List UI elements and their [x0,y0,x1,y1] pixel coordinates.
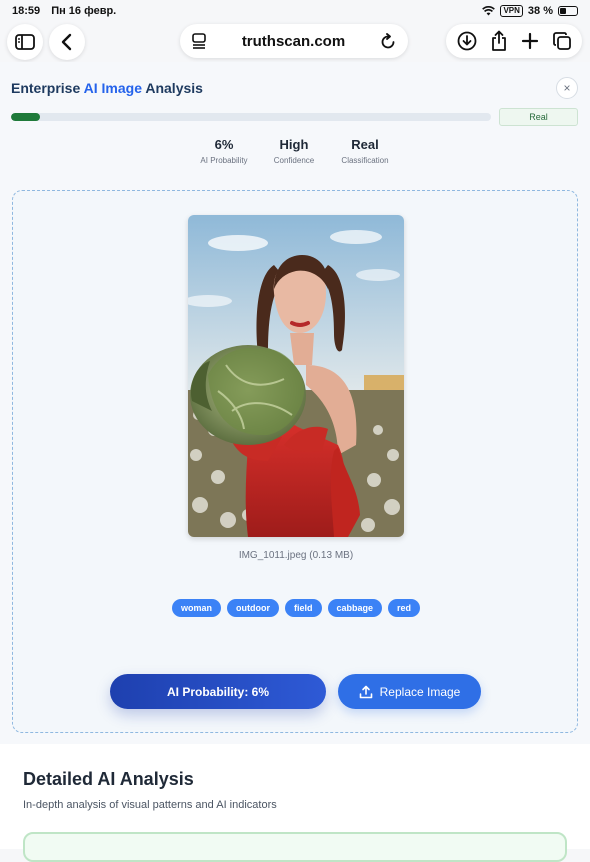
new-tab-icon[interactable] [521,32,539,50]
stat-value: Real [351,137,379,152]
ai-probability-button[interactable]: AI Probability: 6% [110,674,326,709]
replace-image-button[interactable]: Replace Image [338,674,481,709]
detailed-analysis-section: Detailed AI Analysis In-depth analysis o… [0,744,590,862]
tag-chip[interactable]: cabbage [327,599,383,617]
back-button[interactable] [49,24,85,60]
page-content: Enterprise AI Image Analysis × Real 6% A… [0,62,590,862]
vpn-badge: VPN [500,5,523,17]
ai-probability-fill [11,113,40,121]
stat-classification: Real Classification [325,137,405,165]
battery-percent: 38 % [527,5,553,17]
image-dropzone[interactable]: IMG_1011.jpeg (0.13 MB) woman outdoor fi… [12,190,578,733]
analysis-card [23,832,567,862]
tag-list: woman outdoor field cabbage red [13,599,579,617]
share-icon[interactable] [490,30,508,52]
stat-confidence: High Confidence [254,137,334,165]
stat-value: 6% [214,137,234,152]
photo-illustration [188,215,404,537]
stat-ai-probability: 6% AI Probability [184,137,264,165]
sidebar-button[interactable] [7,24,43,60]
browser-toolbar: truthscan.com [0,22,590,62]
status-right: VPN 38 % [482,5,578,17]
section-title: Detailed AI Analysis [23,769,194,789]
stat-value: High [279,137,309,152]
title-prefix: Enterprise [11,80,84,96]
stat-label: AI Probability [200,156,248,165]
tabs-icon[interactable] [552,31,572,51]
replace-image-label: Replace Image [379,684,461,699]
address-bar[interactable]: truthscan.com [180,24,408,58]
title-suffix: Analysis [141,80,203,96]
tag-chip[interactable]: woman [171,599,221,617]
file-name: IMG_1011.jpeg (0.13 MB) [238,550,354,561]
verdict-badge: Real [499,108,578,126]
reload-icon[interactable] [381,33,396,49]
status-bar: 18:59 Пн 16 февр. VPN 38 % [0,0,590,22]
stat-label: Confidence [273,156,315,165]
section-subtitle: In-depth analysis of visual patterns and… [23,799,277,811]
tag-chip[interactable]: outdoor [226,599,279,617]
close-button[interactable]: × [556,77,578,99]
back-icon [61,33,72,51]
download-icon[interactable] [457,31,477,51]
status-date: Пн 16 февр. [51,5,117,17]
tag-chip[interactable]: red [388,599,421,617]
url-text[interactable]: truthscan.com [242,33,345,50]
sidebar-icon [15,34,35,50]
upload-icon [359,685,372,698]
ai-probability-bar [11,113,491,121]
title-highlight: AI Image [83,80,142,96]
status-left: 18:59 Пн 16 февр. [12,5,124,17]
wifi-icon [482,6,496,16]
uploaded-image [188,215,404,537]
analysis-title: Enterprise AI Image Analysis [11,80,203,96]
status-time: 18:59 [12,5,41,17]
battery-icon [558,6,578,16]
browser-actions [446,24,582,58]
close-icon: × [563,81,571,95]
battery-fill [560,8,567,14]
stat-label: Classification [341,156,389,165]
page-menu-icon[interactable] [192,33,206,49]
stats-row: 6% AI Probability High Confidence Real C… [0,137,590,169]
tag-chip[interactable]: field [284,599,322,617]
